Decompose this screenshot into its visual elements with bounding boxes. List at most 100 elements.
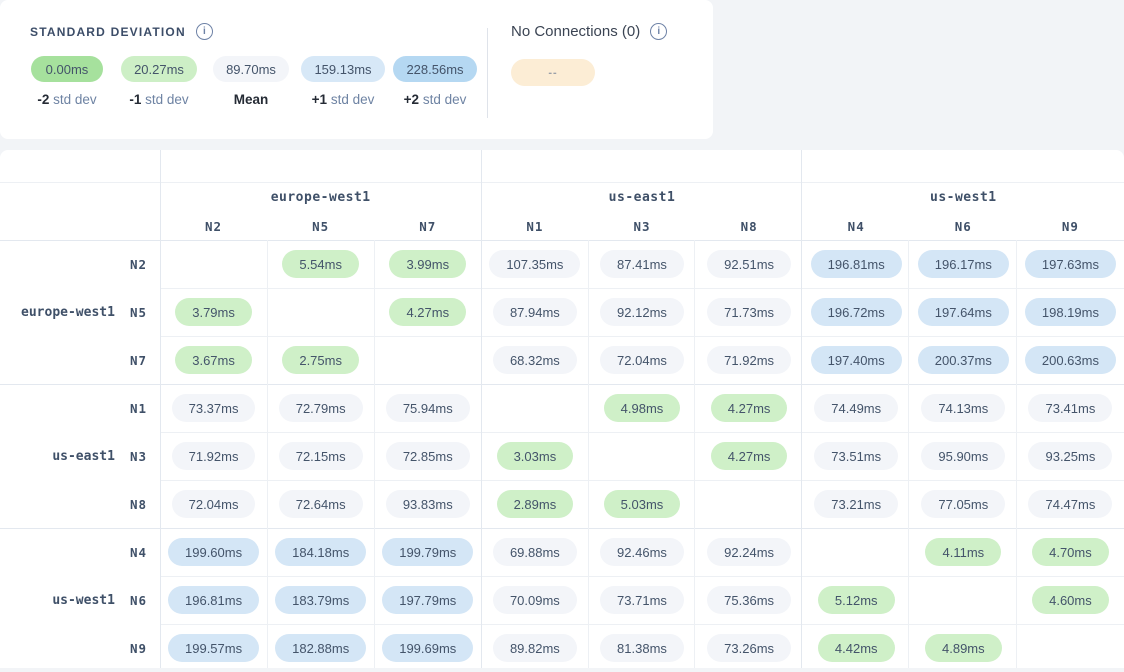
latency-pill[interactable]: 197.79ms [382,586,473,614]
latency-pill[interactable]: 5.12ms [818,586,895,614]
stddev-value-pill[interactable]: 20.27ms [121,56,197,82]
matrix-cell[interactable]: 2.75ms [267,336,374,384]
matrix-cell[interactable]: 183.79ms [267,576,374,624]
latency-pill[interactable]: 71.92ms [172,442,256,470]
latency-pill[interactable]: 196.17ms [918,250,1009,278]
latency-pill[interactable]: 89.82ms [493,634,577,662]
matrix-cell[interactable]: 3.79ms [160,288,267,336]
latency-pill[interactable]: 199.57ms [168,634,259,662]
latency-pill[interactable]: 72.04ms [600,346,684,374]
latency-pill[interactable]: 74.47ms [1028,490,1112,518]
matrix-cell[interactable]: 75.94ms [374,384,481,432]
matrix-cell[interactable]: 197.40ms [803,336,910,384]
latency-pill[interactable]: 72.85ms [386,442,470,470]
matrix-cell[interactable]: 95.90ms [910,432,1017,480]
latency-pill[interactable]: 200.63ms [1025,346,1116,374]
latency-pill[interactable]: 3.67ms [175,346,252,374]
latency-pill[interactable]: 2.75ms [282,346,359,374]
latency-pill[interactable]: 197.64ms [918,298,1009,326]
latency-pill[interactable]: 199.69ms [382,634,473,662]
latency-pill[interactable]: 70.09ms [493,586,577,614]
matrix-cell[interactable]: 5.03ms [588,480,695,528]
latency-pill[interactable]: 199.79ms [382,538,473,566]
matrix-cell[interactable]: 73.51ms [803,432,910,480]
latency-pill[interactable]: 107.35ms [489,250,580,278]
latency-pill[interactable]: 4.27ms [711,394,788,422]
latency-pill[interactable]: 92.12ms [600,298,684,326]
matrix-cell[interactable]: 4.70ms [1017,528,1124,576]
matrix-cell[interactable]: 72.64ms [267,480,374,528]
matrix-cell[interactable]: 87.94ms [481,288,588,336]
matrix-cell[interactable]: 89.82ms [481,624,588,668]
latency-pill[interactable]: 196.81ms [168,586,259,614]
matrix-cell[interactable]: 182.88ms [267,624,374,668]
latency-pill[interactable]: 68.32ms [493,346,577,374]
matrix-cell[interactable]: 72.04ms [588,336,695,384]
matrix-cell[interactable]: 87.41ms [588,240,695,288]
matrix-cell[interactable]: 4.27ms [696,432,803,480]
matrix-cell[interactable]: 77.05ms [910,480,1017,528]
matrix-cell[interactable]: 199.57ms [160,624,267,668]
matrix-cell[interactable]: 199.69ms [374,624,481,668]
latency-pill[interactable]: 72.15ms [279,442,363,470]
latency-pill[interactable]: 4.98ms [604,394,681,422]
matrix-cell[interactable]: 73.21ms [803,480,910,528]
matrix-cell[interactable]: 71.92ms [160,432,267,480]
matrix-cell[interactable]: 4.98ms [588,384,695,432]
latency-pill[interactable]: 75.36ms [707,586,791,614]
latency-pill[interactable]: 2.89ms [497,490,574,518]
latency-pill[interactable]: 200.37ms [918,346,1009,374]
latency-pill[interactable]: 74.13ms [921,394,1005,422]
matrix-cell[interactable]: 4.89ms [910,624,1017,668]
matrix-cell[interactable]: 71.73ms [696,288,803,336]
latency-pill[interactable]: 87.41ms [600,250,684,278]
matrix-cell[interactable]: 4.60ms [1017,576,1124,624]
latency-pill[interactable]: 3.99ms [389,250,466,278]
matrix-cell[interactable]: 93.83ms [374,480,481,528]
matrix-cell[interactable]: 184.18ms [267,528,374,576]
matrix-cell[interactable]: 73.26ms [696,624,803,668]
latency-pill[interactable]: 74.49ms [814,394,898,422]
matrix-cell[interactable]: 74.47ms [1017,480,1124,528]
latency-pill[interactable]: 3.79ms [175,298,252,326]
matrix-cell[interactable]: 72.15ms [267,432,374,480]
stddev-value-pill[interactable]: 228.56ms [393,56,476,82]
latency-pill[interactable]: 87.94ms [493,298,577,326]
latency-pill[interactable]: 4.42ms [818,634,895,662]
matrix-cell[interactable]: 196.81ms [160,576,267,624]
latency-pill[interactable]: 92.46ms [600,538,684,566]
matrix-cell[interactable]: 200.63ms [1017,336,1124,384]
stddev-value-pill[interactable]: 89.70ms [213,56,289,82]
latency-pill[interactable]: 197.40ms [811,346,902,374]
latency-pill[interactable]: 95.90ms [921,442,1005,470]
matrix-cell[interactable]: 196.72ms [803,288,910,336]
matrix-cell[interactable]: 198.19ms [1017,288,1124,336]
matrix-cell[interactable]: 72.79ms [267,384,374,432]
latency-pill[interactable]: 3.03ms [497,442,574,470]
latency-pill[interactable]: 197.63ms [1025,250,1116,278]
latency-pill[interactable]: 71.92ms [707,346,791,374]
matrix-cell[interactable]: 3.99ms [374,240,481,288]
matrix-cell[interactable]: 107.35ms [481,240,588,288]
latency-pill[interactable]: 92.51ms [707,250,791,278]
matrix-cell[interactable]: 4.27ms [374,288,481,336]
latency-pill[interactable]: 73.37ms [172,394,256,422]
matrix-cell[interactable]: 197.63ms [1017,240,1124,288]
latency-pill[interactable]: 77.05ms [921,490,1005,518]
matrix-cell[interactable]: 3.67ms [160,336,267,384]
matrix-cell[interactable]: 73.71ms [588,576,695,624]
latency-pill[interactable]: 93.83ms [386,490,470,518]
latency-pill[interactable]: 4.60ms [1032,586,1109,614]
latency-pill[interactable]: 182.88ms [275,634,366,662]
latency-pill[interactable]: 196.81ms [811,250,902,278]
no-connections-info-icon[interactable]: i [650,23,667,40]
latency-pill[interactable]: 73.21ms [814,490,898,518]
latency-pill[interactable]: 73.26ms [707,634,791,662]
matrix-cell[interactable]: 92.51ms [696,240,803,288]
latency-pill[interactable]: 69.88ms [493,538,577,566]
matrix-cell[interactable]: 197.64ms [910,288,1017,336]
latency-pill[interactable]: 92.24ms [707,538,791,566]
matrix-cell[interactable]: 73.41ms [1017,384,1124,432]
matrix-cell[interactable]: 74.13ms [910,384,1017,432]
matrix-cell[interactable]: 92.24ms [696,528,803,576]
